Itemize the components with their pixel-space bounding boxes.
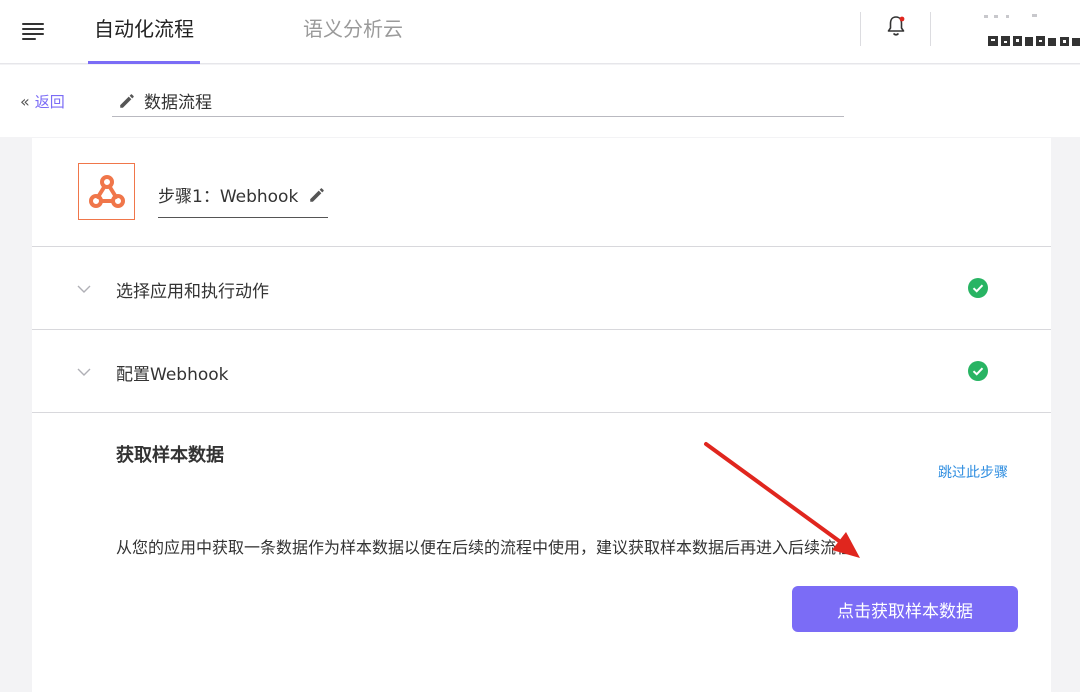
step-header: 步骤1：Webhook [32,138,1051,247]
sub-header: ‹‹ 返回 数据流程 [0,65,1080,137]
chevron-down-icon [77,285,91,293]
divider [860,12,861,46]
back-button[interactable]: ‹‹ 返回 [20,91,65,112]
chevron-down-icon [77,368,91,376]
check-circle-icon [968,278,988,298]
flow-name-input[interactable]: 数据流程 [112,85,844,117]
flow-name-value: 数据流程 [144,93,212,113]
pencil-icon [120,93,134,108]
bell-icon[interactable] [884,14,908,38]
section-configure-webhook[interactable]: 配置Webhook [32,331,1051,413]
sample-data-title: 获取样本数据 [116,445,224,466]
back-label: 返回 [34,93,65,111]
step-title-input[interactable]: 步骤1：Webhook [158,172,328,218]
webhook-icon [88,174,125,208]
tab-automation-flow[interactable]: 自动化流程 [88,0,200,64]
section-label: 选择应用和执行动作 [116,282,269,302]
pencil-icon [310,187,325,202]
step-title-value: 步骤1：Webhook [158,187,299,207]
top-navbar: 自动化流程 语义分析云 [0,0,1080,64]
webhook-logo [78,163,135,220]
user-info-blurred[interactable] [984,10,1080,52]
double-chevron-left-icon: ‹‹ [20,92,30,111]
divider [930,12,931,46]
fetch-sample-data-button[interactable]: 点击获取样本数据 [792,586,1018,632]
section-select-app[interactable]: 选择应用和执行动作 [32,248,1051,330]
section-label: 配置Webhook [116,365,229,385]
step-panel: 步骤1：Webhook 选择应用和执行动作 配置Webhook 获取样本数据 跳… [32,138,1051,692]
menu-icon[interactable] [22,20,46,40]
check-circle-icon [968,361,988,381]
sample-data-description: 从您的应用中获取一条数据作为样本数据以便在后续的流程中使用，建议获取样本数据后再… [116,538,853,557]
skip-step-link[interactable]: 跳过此步骤 [938,462,1008,482]
tab-semantic-cloud[interactable]: 语义分析云 [303,0,403,64]
